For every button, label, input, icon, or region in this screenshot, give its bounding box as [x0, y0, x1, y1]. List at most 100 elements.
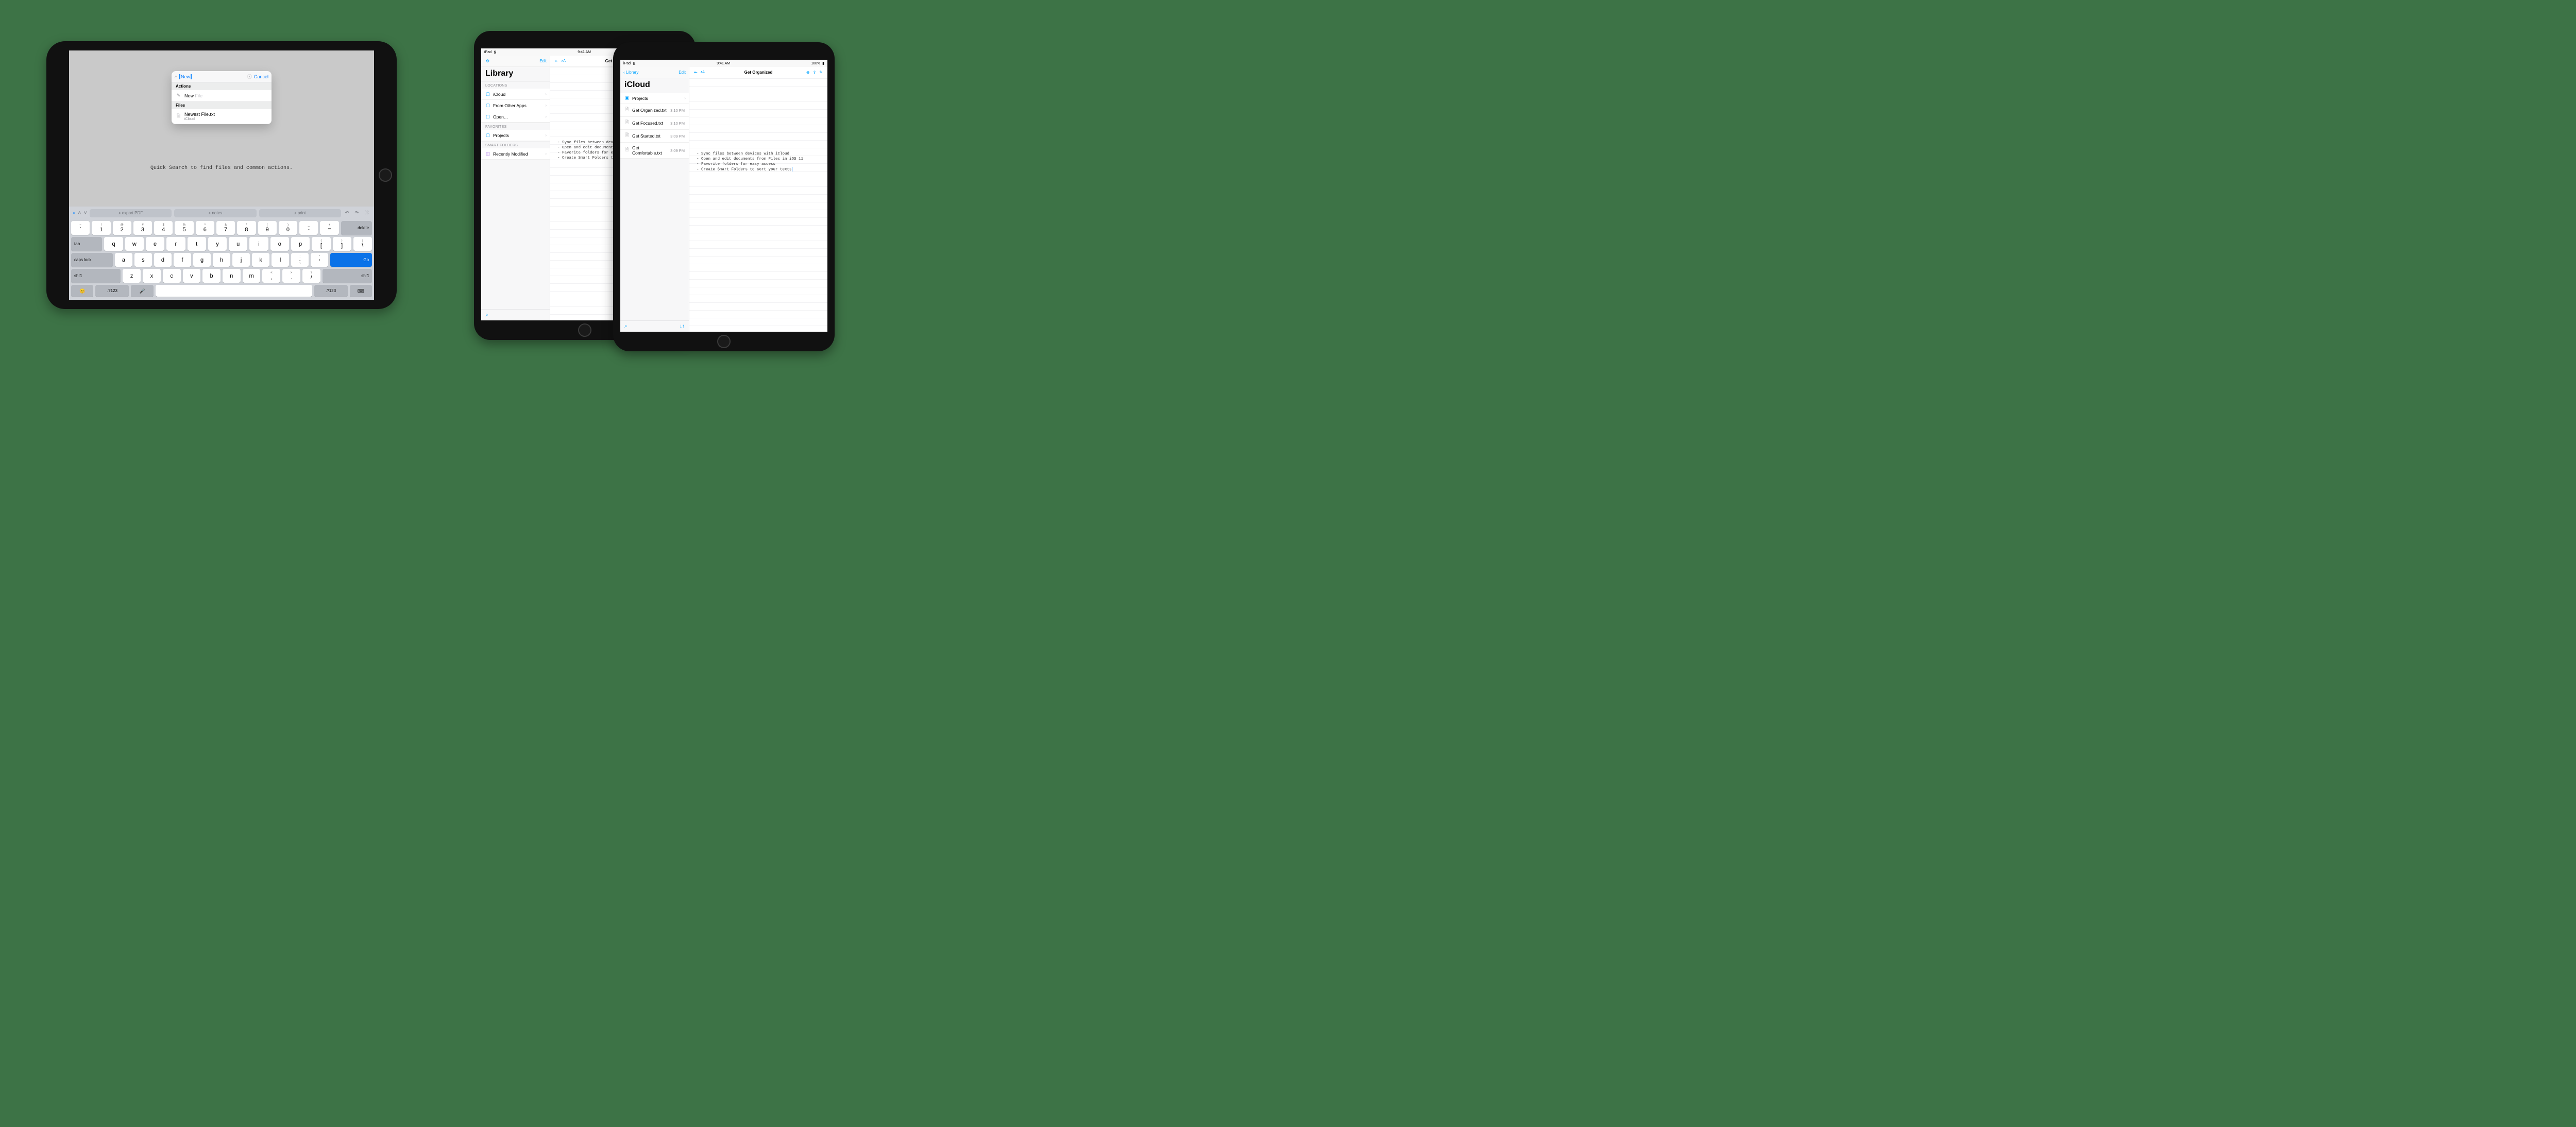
key[interactable]: !1: [92, 221, 110, 235]
chevron-down-icon[interactable]: ˅: [83, 210, 87, 216]
settings-icon[interactable]: ⚙: [484, 59, 491, 63]
action-new-file[interactable]: ✎ New File: [172, 90, 272, 101]
key[interactable]: "': [311, 253, 328, 267]
command-icon[interactable]: ⌘: [363, 210, 370, 216]
key[interactable]: w: [125, 237, 144, 251]
home-button[interactable]: [379, 168, 392, 182]
search-icon[interactable]: ⌕: [73, 210, 75, 216]
key[interactable]: p: [291, 237, 310, 251]
key[interactable]: s: [134, 253, 152, 267]
key-go[interactable]: Go: [330, 253, 372, 267]
key[interactable]: +=: [320, 221, 338, 235]
sidebar-item[interactable]: ◫Recently Modified›: [481, 148, 550, 160]
key[interactable]: @2: [113, 221, 131, 235]
file-result-row[interactable]: 🗎 Newest File.txt iCloud: [172, 109, 272, 124]
document-icon: 🗎: [624, 107, 630, 114]
key[interactable]: k: [252, 253, 269, 267]
key[interactable]: i: [249, 237, 268, 251]
home-button[interactable]: [717, 335, 731, 348]
key[interactable]: e: [146, 237, 164, 251]
key[interactable]: &7: [216, 221, 235, 235]
key[interactable]: <,: [262, 269, 280, 283]
file-row[interactable]: 🗎Get Started.txt3:09 PM: [620, 130, 689, 143]
key[interactable]: g: [193, 253, 211, 267]
suggestion-notes[interactable]: ⌕ notes: [174, 209, 256, 217]
file-row[interactable]: 🗎Get Comfortable.txt3:09 PM: [620, 143, 689, 159]
key[interactable]: d: [154, 253, 172, 267]
key[interactable]: :;: [291, 253, 309, 267]
key-capslock[interactable]: caps lock: [71, 253, 113, 267]
edit-button[interactable]: Edit: [679, 70, 686, 75]
key[interactable]: c: [163, 269, 181, 283]
sort-icon[interactable]: ↓↑: [680, 323, 685, 329]
cancel-button[interactable]: Cancel: [254, 74, 268, 79]
home-button[interactable]: [578, 323, 591, 337]
key[interactable]: )0: [279, 221, 297, 235]
key[interactable]: %5: [175, 221, 193, 235]
suggestion-export-pdf[interactable]: ⌕ export PDF: [90, 209, 172, 217]
key[interactable]: q: [104, 237, 123, 251]
key[interactable]: x: [143, 269, 161, 283]
key[interactable]: u: [229, 237, 247, 251]
key[interactable]: f: [174, 253, 191, 267]
key[interactable]: (9: [258, 221, 277, 235]
document-title: Get Organized: [689, 70, 827, 75]
key[interactable]: r: [166, 237, 185, 251]
search-icon[interactable]: ⌕: [624, 323, 628, 329]
key-space[interactable]: [156, 285, 312, 297]
key[interactable]: b: [202, 269, 221, 283]
key[interactable]: j: [232, 253, 250, 267]
key[interactable]: y: [208, 237, 227, 251]
file-row[interactable]: 🗎Get Focused.txt3:10 PM: [620, 117, 689, 130]
search-input[interactable]: New: [179, 74, 245, 79]
file-row[interactable]: 🗎Get Organized.txt3:10 PM: [620, 104, 689, 117]
clear-icon[interactable]: ⓧ: [247, 73, 252, 80]
ipad-landscape-device: Quick Search to find files and common ac…: [46, 41, 397, 309]
key-shift[interactable]: shift: [71, 269, 121, 283]
key[interactable]: ^6: [196, 221, 214, 235]
mic-key[interactable]: 🎤: [131, 285, 153, 297]
key[interactable]: ?/: [302, 269, 320, 283]
key[interactable]: h: [213, 253, 230, 267]
key-delete[interactable]: delete: [341, 221, 372, 235]
cloud-icon: ▢: [485, 103, 490, 108]
key[interactable]: z: [123, 269, 141, 283]
key[interactable]: l: [272, 253, 289, 267]
key[interactable]: o: [270, 237, 289, 251]
key[interactable]: >.: [282, 269, 300, 283]
emoji-key[interactable]: 😊: [71, 285, 93, 297]
undo-icon[interactable]: ↶: [344, 210, 351, 216]
key[interactable]: n: [223, 269, 241, 283]
chevron-up-icon[interactable]: ˄: [78, 210, 81, 216]
key[interactable]: a: [115, 253, 132, 267]
document-body[interactable]: - Sync files between devices with iCloud…: [689, 78, 827, 173]
sidebar-item[interactable]: ▢From Other Apps›: [481, 100, 550, 111]
folder-row-projects[interactable]: ▣ Projects ›: [620, 93, 689, 104]
suggestion-print[interactable]: ⌕ print: [259, 209, 341, 217]
back-button[interactable]: ‹ Library: [623, 70, 638, 75]
edit-button[interactable]: Edit: [539, 59, 547, 63]
key[interactable]: ~`: [71, 221, 90, 235]
key-tab[interactable]: tab: [71, 237, 102, 251]
key[interactable]: |\: [353, 237, 372, 251]
key[interactable]: #3: [133, 221, 152, 235]
search-icon[interactable]: ⌕: [485, 312, 488, 318]
key[interactable]: t: [188, 237, 206, 251]
sidebar-item[interactable]: ▢Open…›: [481, 111, 550, 123]
key[interactable]: v: [183, 269, 201, 283]
key[interactable]: *8: [237, 221, 256, 235]
redo-icon[interactable]: ↷: [353, 210, 360, 216]
key[interactable]: _-: [299, 221, 318, 235]
landscape-screen: Quick Search to find files and common ac…: [69, 50, 374, 300]
sidebar-item[interactable]: ▢Projects›: [481, 130, 550, 141]
key-shift[interactable]: shift: [323, 269, 372, 283]
dismiss-keyboard-key[interactable]: ⌨: [350, 285, 372, 297]
key[interactable]: m: [243, 269, 261, 283]
key-numswitch[interactable]: .?123: [95, 285, 129, 297]
sidebar-item[interactable]: ▢iCloud›: [481, 89, 550, 100]
key[interactable]: }]: [333, 237, 351, 251]
key[interactable]: {[: [312, 237, 330, 251]
compose-icon: ✎: [176, 93, 181, 98]
key-numswitch[interactable]: .?123: [314, 285, 348, 297]
key[interactable]: $4: [154, 221, 173, 235]
